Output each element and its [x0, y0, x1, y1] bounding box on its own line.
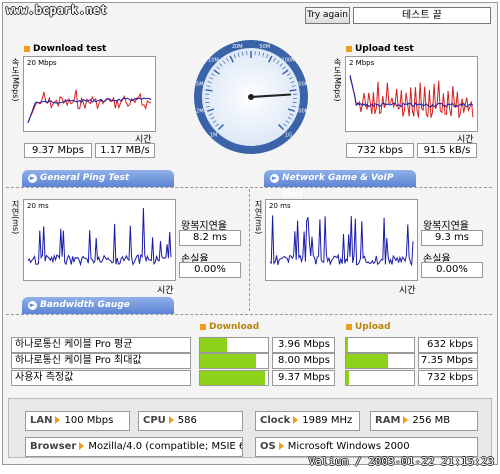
upload-graph: 2 Mbps	[345, 56, 478, 132]
bw-row-name: 사용자 측정값	[11, 370, 191, 386]
download-y-label: 속도(Mbps)	[11, 58, 20, 102]
gauge-tick	[205, 101, 210, 104]
game-time-label: 시간	[399, 286, 416, 296]
ping-section-header: ► General Ping Test	[22, 170, 174, 187]
game-rtt-value: 9.3 ms	[421, 230, 483, 246]
download-plot	[27, 89, 152, 124]
download-speed: 9.37 Mbps	[24, 143, 92, 158]
try-again-button[interactable]: Try again	[305, 7, 350, 24]
bw-download-bar	[199, 353, 269, 369]
bw-row-name: 하나로통신 케이블 Pro 평균	[11, 337, 191, 353]
gauge-tick-label: 1M	[210, 132, 218, 138]
lan-info: LAN 100 Mbps	[25, 411, 130, 431]
arrow-icon: ►	[28, 301, 37, 310]
footer-stamp: Valium / 2003-01-22 21:15:23	[308, 455, 494, 468]
triangle-icon	[293, 416, 299, 424]
gauge-tick-label: 10M	[208, 58, 219, 64]
gauge-tick-label: 500M	[295, 109, 309, 115]
game-plot	[269, 215, 414, 267]
gauge-tick	[292, 101, 297, 104]
gauge-hub	[248, 94, 254, 100]
bw-upload-bar	[345, 370, 415, 386]
download-title: Download test	[24, 44, 106, 54]
ping-time-label: 시간	[157, 286, 174, 296]
gauge-tick-label: 20M	[232, 44, 243, 50]
gauge-tick-label: 200M	[295, 81, 309, 87]
bullet-icon	[346, 46, 352, 52]
test-status-box: 테스트 끝	[353, 7, 491, 24]
gauge-tick-label: 5M	[196, 81, 204, 87]
watermark-text: www.bcpark.net	[6, 3, 108, 17]
game-graph: 20 ms	[265, 199, 418, 281]
bw-download-bar	[199, 370, 269, 386]
bw-download-value: 8.00 Mbps	[272, 353, 335, 369]
browser-info: Browser Mozilla/4.0 (compatible; MSIE 6.0	[25, 437, 243, 457]
ping-y-label: 지연(ms)	[11, 200, 20, 235]
download-blue-line	[27, 97, 152, 124]
triangle-icon	[403, 416, 409, 424]
bullet-icon	[346, 324, 352, 330]
ping-line	[27, 207, 172, 267]
ping-rtt-value: 8.2 ms	[179, 230, 241, 246]
speed-gauge: 1M 2M 5M 10M 20M 50M 100M 200M 500M 1G	[194, 40, 309, 154]
upload-title: Upload test	[346, 44, 414, 54]
gauge-tick-label: 1G	[285, 132, 292, 138]
triangle-icon	[168, 416, 174, 424]
clock-info: Clock 1989 MHz	[255, 411, 360, 431]
download-graph: 20 Mbps	[23, 56, 156, 132]
triangle-icon	[278, 442, 284, 450]
bandwidth-section-header: ► Bandwidth Gauge	[22, 297, 174, 314]
bw-upload-value: 732 kbps	[418, 370, 478, 386]
bw-upload-value: 632 kbps	[418, 337, 478, 353]
download-speed-bytes: 1.17 MB/s	[95, 143, 155, 158]
ping-plot	[27, 207, 172, 267]
bw-upload-value: 7.35 Mbps	[418, 353, 478, 369]
bw-upload-header: Upload	[346, 322, 391, 332]
game-loss-value: 0.00%	[421, 262, 483, 278]
cpu-info: CPU 586	[138, 411, 243, 431]
bw-upload-bar	[345, 353, 415, 369]
gauge-tick-label: 100M	[282, 58, 296, 64]
game-y-label: 지연(ms)	[254, 200, 263, 235]
upload-speed: 732 kbps	[346, 143, 414, 158]
ram-info: RAM 256 MB	[370, 411, 478, 431]
bw-row-name: 하나로통신 케이블 Pro 최대값	[11, 353, 191, 369]
upload-y-label: 속도(Mbps)	[333, 58, 342, 102]
game-section-header: ► Network Game & VoIP Test	[264, 170, 416, 200]
ping-loss-value: 0.00%	[179, 262, 241, 278]
upload-red-line	[349, 76, 474, 118]
os-info: OS Microsoft Windows 2000	[255, 437, 478, 457]
bw-upload-bar	[345, 337, 415, 353]
game-line	[269, 215, 414, 267]
bullet-icon	[24, 46, 30, 52]
upload-speed-bytes: 91.5 kB/s	[417, 143, 477, 158]
triangle-icon	[79, 442, 85, 450]
bw-download-header: Download	[200, 322, 259, 332]
divider	[249, 189, 250, 311]
gauge-tick-label: 50M	[259, 44, 270, 50]
divider	[6, 314, 492, 315]
arrow-icon: ►	[28, 174, 37, 183]
bw-download-bar	[199, 337, 269, 353]
triangle-icon	[55, 416, 61, 424]
bullet-icon	[200, 324, 206, 330]
divider	[6, 187, 492, 188]
bw-download-value: 3.96 Mbps	[272, 337, 335, 353]
upload-plot	[349, 74, 474, 118]
bw-download-value: 9.37 Mbps	[272, 370, 335, 386]
ping-graph: 20 ms	[23, 199, 176, 281]
gauge-tick-label: 2M	[196, 109, 204, 115]
download-red-line	[27, 89, 152, 123]
arrow-icon: ►	[270, 174, 279, 183]
